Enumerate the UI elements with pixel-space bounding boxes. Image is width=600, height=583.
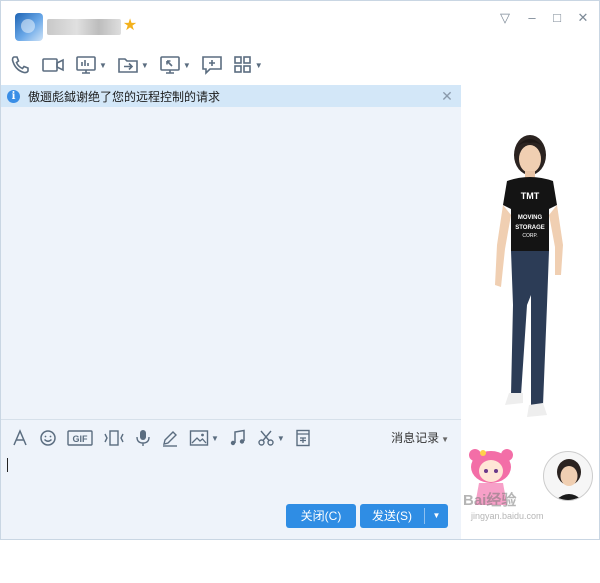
character-figure: TMT MOVING STORAGE CORP. <box>495 135 563 417</box>
gif-button[interactable]: GIF <box>67 429 93 447</box>
send-file-button[interactable]: ▼ <box>117 54 149 76</box>
handwrite-icon <box>163 431 177 447</box>
new-discussion-button[interactable] <box>201 54 223 76</box>
message-history-button[interactable]: 消息记录 ▼ <box>391 429 449 446</box>
chevron-down-icon: ▼ <box>140 60 149 70</box>
watermark-url: jingyan.baidu.com <box>471 511 544 521</box>
screenshot-icon <box>258 430 274 446</box>
send-button-label[interactable]: 发送(S) <box>360 504 424 528</box>
voice-call-button[interactable] <box>9 54 31 76</box>
music-icon <box>230 429 245 446</box>
font-icon <box>13 429 27 446</box>
screen-share-icon <box>76 56 96 74</box>
chevron-down-icon: ▼ <box>276 433 285 443</box>
vip-star-icon[interactable]: ★ <box>121 17 139 35</box>
contact-name-blurred <box>47 19 121 35</box>
red-packet-icon <box>296 429 310 447</box>
phone-icon <box>11 56 29 74</box>
svg-text:STORAGE: STORAGE <box>515 225 545 231</box>
screen-share-button[interactable]: ▼ <box>75 54 107 76</box>
watermark-text: Bai经验 <box>463 492 517 509</box>
more-apps-button[interactable]: ▼ <box>233 55 263 75</box>
emoji-icon <box>40 430 56 446</box>
chat-column: i 傲逦彪鉞谢绝了您的远程控制的请求 ✕ GIF ▼ ▼ 消息记录 ▼ 关闭(C… <box>1 85 461 539</box>
chevron-down-icon: ▼ <box>99 60 107 70</box>
top-toolbar: ▼ ▼ ▼ ▼ <box>9 51 273 79</box>
message-add-icon <box>201 56 222 75</box>
voice-icon <box>136 430 150 446</box>
remote-desktop-button[interactable]: ▼ <box>159 54 191 76</box>
svg-text:MOVING: MOVING <box>518 215 543 221</box>
contact-avatar[interactable] <box>15 13 43 41</box>
transfer-file-icon <box>118 58 138 73</box>
close-button[interactable]: 关闭(C) <box>286 504 356 528</box>
minimize-button[interactable]: – <box>522 9 542 27</box>
message-area[interactable] <box>1 107 461 419</box>
video-icon <box>42 58 64 72</box>
chevron-down-icon: ▼ <box>182 60 191 70</box>
svg-text:TMT: TMT <box>521 191 540 201</box>
apps-icon <box>233 56 251 73</box>
side-panel: TMT MOVING STORAGE CORP. Bai经验 jingyan.b… <box>461 85 599 539</box>
close-icon[interactable]: ✕ <box>439 87 455 105</box>
send-options-dropdown[interactable]: ▼ <box>425 504 448 528</box>
divider <box>1 419 461 420</box>
handwrite-button[interactable] <box>161 429 179 447</box>
music-button[interactable] <box>229 429 247 447</box>
chevron-down-icon: ▼ <box>211 433 219 443</box>
chat-window: ★ ▽ – □ ✕ ▼ ▼ ▼ ▼ i 傲逦彪鉞谢绝了您的远程控制的请求 ✕ G… <box>0 0 600 540</box>
menu-down-icon[interactable]: ▽ <box>495 9 515 27</box>
maximize-button[interactable]: □ <box>547 9 567 27</box>
send-button[interactable]: 发送(S) ▼ <box>360 504 448 528</box>
image-icon <box>189 430 209 446</box>
chat-header: ★ ▽ – □ ✕ ▼ ▼ ▼ ▼ <box>1 1 599 85</box>
voice-message-button[interactable] <box>135 429 151 447</box>
image-button[interactable]: ▼ <box>189 429 219 447</box>
chevron-down-icon: ▼ <box>441 435 449 444</box>
shake-button[interactable] <box>103 429 125 447</box>
info-icon: i <box>7 89 20 103</box>
close-window-button[interactable]: ✕ <box>573 9 593 27</box>
gif-icon: GIF <box>67 430 93 446</box>
shake-icon <box>104 430 124 446</box>
message-history-label: 消息记录 <box>391 431 440 445</box>
video-call-button[interactable] <box>41 54 65 76</box>
notice-bar: i 傲逦彪鉞谢绝了您的远程控制的请求 ✕ <box>1 85 461 107</box>
font-button[interactable] <box>11 429 29 447</box>
red-packet-button[interactable] <box>295 429 311 447</box>
svg-text:GIF: GIF <box>73 434 89 444</box>
emoji-button[interactable] <box>39 429 57 447</box>
remote-desktop-icon <box>160 56 180 74</box>
chevron-down-icon: ▼ <box>254 60 263 70</box>
text-cursor <box>7 458 8 472</box>
svg-text:CORP.: CORP. <box>522 233 537 239</box>
screenshot-button[interactable]: ▼ <box>257 429 285 447</box>
notice-text: 傲逦彪鉞谢绝了您的远程控制的请求 <box>28 89 221 104</box>
